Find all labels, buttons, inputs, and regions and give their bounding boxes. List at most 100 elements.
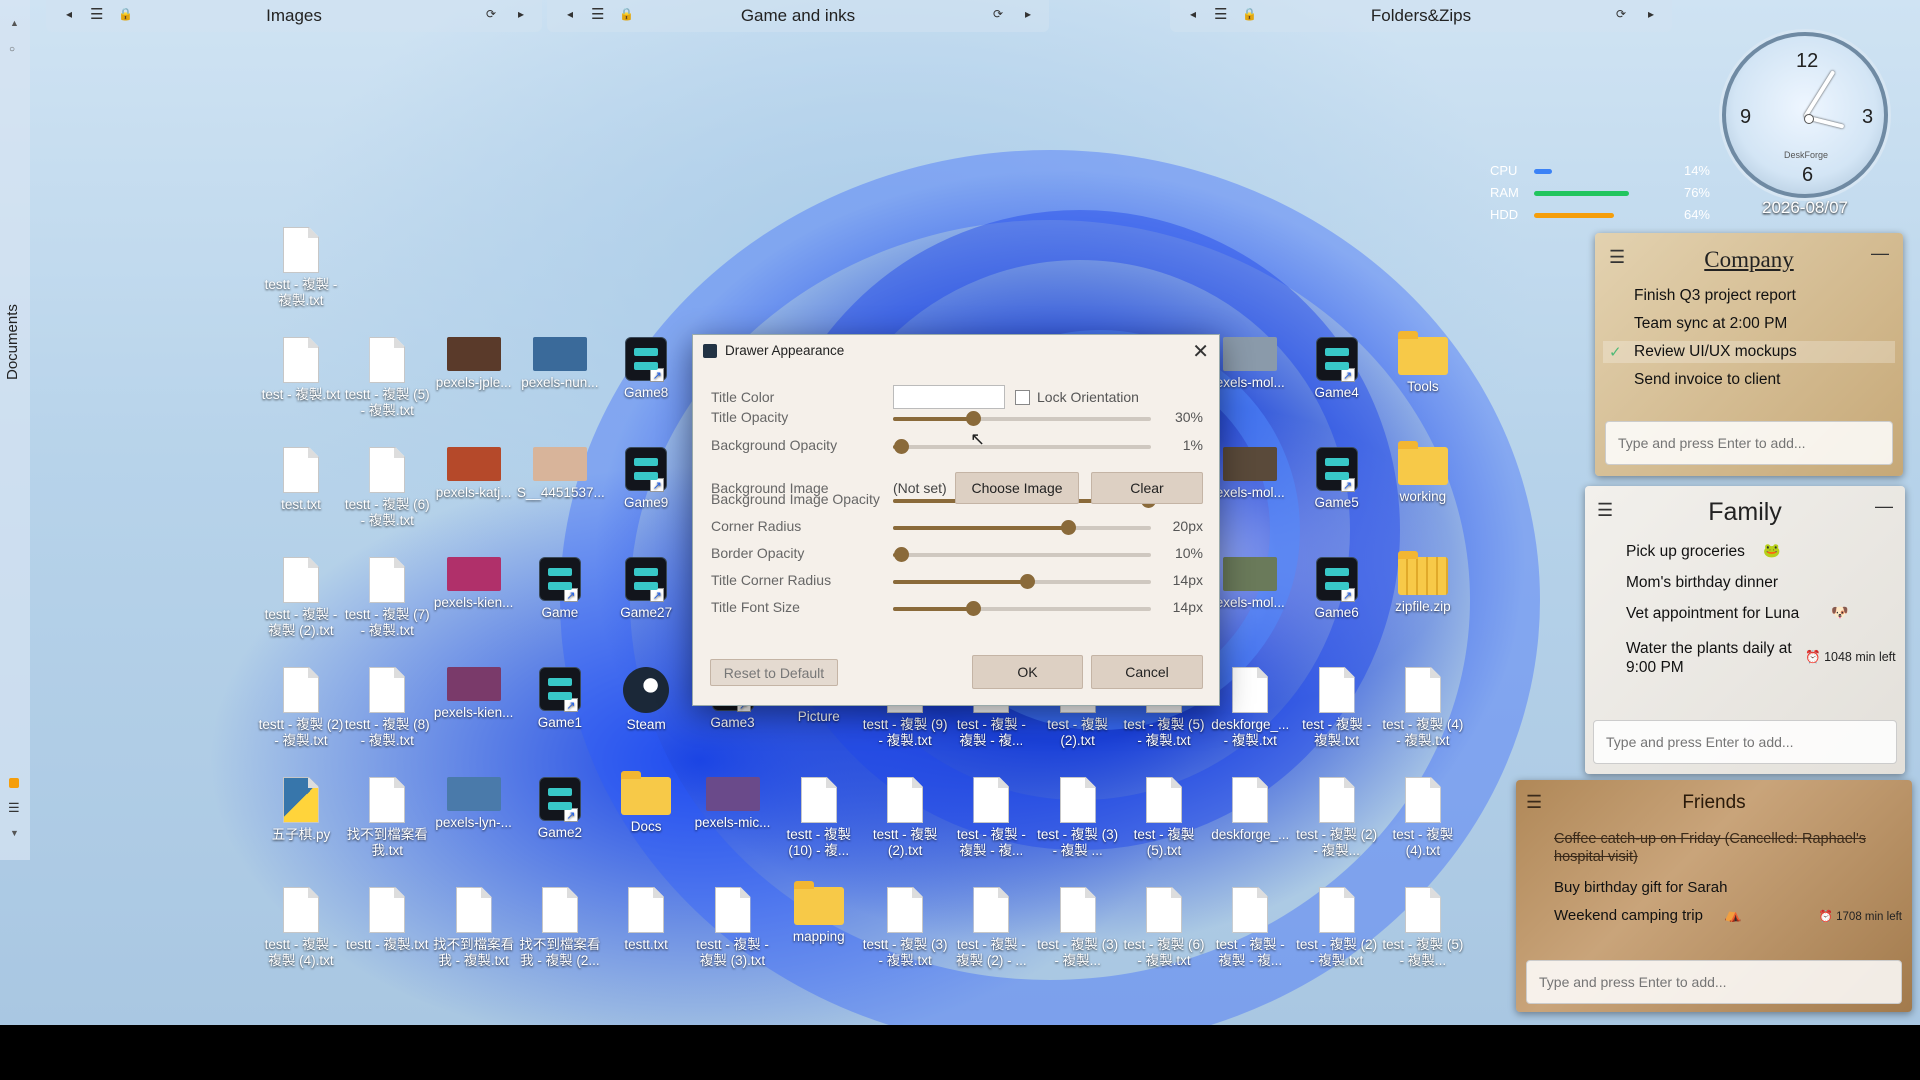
expand-icon[interactable]: ▸ bbox=[518, 7, 524, 21]
desktop-icon[interactable]: S__4451537... bbox=[517, 447, 605, 501]
close-icon[interactable]: ✕ bbox=[1192, 339, 1209, 364]
clear-button[interactable]: Clear bbox=[1091, 472, 1203, 504]
scroll-down-icon[interactable]: ▼ bbox=[10, 828, 19, 838]
desktop-icon[interactable]: deskforge_... - 複製.txt bbox=[1207, 667, 1293, 749]
desktop-icon[interactable]: test.txt bbox=[258, 447, 344, 513]
desktop-icon[interactable]: mapping bbox=[776, 881, 862, 945]
desktop-icon[interactable]: testt - 複製 (5) - 複製.txt bbox=[344, 337, 430, 419]
desktop-icon[interactable]: testt - 複製 - 複製 (3).txt bbox=[690, 887, 776, 969]
desktop-icon[interactable]: pexels-mic... bbox=[690, 777, 776, 831]
note-item[interactable]: Vet appointment for Luna bbox=[1626, 605, 1799, 623]
desktop-icon[interactable]: test - 複製 (4).txt bbox=[1380, 777, 1466, 859]
desktop-icon[interactable]: test - 複製 (3) - 複製... bbox=[1035, 887, 1121, 969]
note-item[interactable]: Buy birthday gift for Sarah bbox=[1554, 879, 1727, 896]
note-item[interactable]: Water the plants daily at 9:00 PM bbox=[1626, 639, 1801, 677]
desktop-icon[interactable]: 找不到檔案看我.txt bbox=[344, 777, 430, 859]
refresh-icon[interactable]: ⟳ bbox=[993, 7, 1003, 21]
slider-track[interactable] bbox=[893, 520, 1151, 535]
ok-button[interactable]: OK bbox=[972, 655, 1083, 689]
desktop-icon[interactable]: Docs bbox=[603, 771, 689, 835]
slider-thumb[interactable] bbox=[965, 601, 981, 616]
desktop-icon[interactable]: test - 複製 (3) - 複製 ... bbox=[1035, 777, 1121, 859]
slider-thumb[interactable] bbox=[965, 411, 981, 426]
desktop-icon[interactable]: ↗ Game bbox=[517, 557, 603, 621]
desktop-icon[interactable]: testt - 複製 (6) - 複製.txt bbox=[344, 447, 430, 529]
slider-track[interactable] bbox=[893, 439, 1151, 454]
fence-images-header[interactable]: ◂ ☰ 🔒 Images ⟳ ▸ bbox=[46, 0, 542, 32]
desktop-icon[interactable]: 五子棋.py bbox=[258, 777, 344, 843]
desktop-icon[interactable]: test - 複製 (6) - 複製.txt bbox=[1121, 887, 1207, 969]
note-item[interactable]: Review UI/UX mockups bbox=[1634, 343, 1797, 361]
desktop-icon[interactable]: deskforge_... bbox=[1207, 777, 1293, 843]
expand-icon[interactable]: ▸ bbox=[1025, 7, 1031, 21]
desktop-icon[interactable]: 找不到檔案看我 - 複製.txt bbox=[431, 887, 517, 969]
company-add-input[interactable] bbox=[1605, 421, 1893, 465]
desktop-icon[interactable]: test - 複製 (2) - 複製... bbox=[1294, 777, 1380, 859]
desktop-icon[interactable]: exels-mol... bbox=[1207, 557, 1293, 611]
note-item[interactable]: Finish Q3 project report bbox=[1634, 287, 1796, 305]
note-item[interactable]: Weekend camping trip bbox=[1554, 907, 1703, 924]
choose-image-button[interactable]: Choose Image bbox=[955, 472, 1079, 504]
desktop-icon[interactable]: pexels-jple... bbox=[431, 337, 517, 391]
desktop-icon[interactable]: test - 複製.txt bbox=[258, 337, 344, 403]
refresh-icon[interactable]: ⟳ bbox=[486, 7, 496, 21]
desktop-icon[interactable]: exels-mol... bbox=[1207, 337, 1293, 391]
reset-to-default-button[interactable]: Reset to Default bbox=[710, 659, 838, 686]
family-add-input[interactable] bbox=[1593, 720, 1897, 764]
friends-add-input[interactable] bbox=[1526, 960, 1902, 1004]
refresh-icon[interactable]: ○ bbox=[9, 44, 15, 55]
desktop-icon[interactable]: test - 複製 (4) - 複製.txt bbox=[1380, 667, 1466, 749]
title-color-swatch[interactable] bbox=[893, 385, 1005, 409]
desktop-icon[interactable]: 找不到檔案看我 - 複製 (2... bbox=[517, 887, 603, 969]
slider-thumb[interactable] bbox=[1020, 574, 1036, 589]
fence-games-header[interactable]: ◂ ☰ 🔒 Game and inks ⟳ ▸ bbox=[547, 0, 1049, 32]
desktop-icon[interactable]: ↗ Game8 bbox=[603, 337, 689, 401]
scroll-up-icon[interactable]: ▲ bbox=[10, 18, 19, 28]
note-item[interactable]: Coffee catch-up on Friday (Cancelled: Ra… bbox=[1554, 830, 1904, 866]
slider-thumb[interactable] bbox=[893, 547, 909, 562]
lock-orientation-checkbox[interactable] bbox=[1015, 390, 1030, 405]
desktop-icon[interactable]: test - 複製 (2) - 複製.txt bbox=[1294, 887, 1380, 969]
desktop-icon[interactable]: ↗ Game4 bbox=[1294, 337, 1380, 401]
slider-thumb[interactable] bbox=[1061, 520, 1077, 535]
desktop-icon[interactable]: test - 複製 - 複製 - 複... bbox=[1207, 887, 1293, 969]
desktop-icon[interactable]: testt - 複製 (2).txt bbox=[862, 777, 948, 859]
desktop-icon[interactable]: ↗ Game1 bbox=[517, 667, 603, 731]
desktop-icon[interactable]: test - 複製 - 複製.txt bbox=[1294, 667, 1380, 749]
note-item[interactable]: Pick up groceries bbox=[1626, 543, 1745, 561]
refresh-icon[interactable]: ⟳ bbox=[1616, 7, 1626, 21]
note-item[interactable]: Mom's birthday dinner bbox=[1626, 574, 1778, 592]
fence-folders-header[interactable]: ◂ ☰ 🔒 Folders&Zips ⟳ ▸ bbox=[1170, 0, 1672, 32]
desktop-icon[interactable]: pexels-lyn-... bbox=[431, 777, 517, 831]
desktop-icon[interactable]: testt - 複製 (10) - 複... bbox=[776, 777, 862, 859]
desktop-icon[interactable]: testt - 複製 (2) - 複製.txt bbox=[258, 667, 344, 749]
desktop-icon[interactable]: ↗ Game5 bbox=[1294, 447, 1380, 511]
slider-track[interactable] bbox=[893, 574, 1151, 589]
expand-icon[interactable]: ▸ bbox=[1648, 7, 1654, 21]
desktop-icon[interactable]: Steam bbox=[603, 667, 689, 733]
desktop-icon[interactable]: testt - 複製 - 複製 (4).txt bbox=[258, 887, 344, 969]
desktop-icon[interactable]: testt - 複製 (3) - 複製.txt bbox=[862, 887, 948, 969]
note-item[interactable]: Team sync at 2:00 PM bbox=[1634, 315, 1787, 333]
desktop-icon[interactable]: exels-mol... bbox=[1207, 447, 1293, 501]
lock-icon[interactable] bbox=[9, 778, 19, 788]
menu-icon[interactable]: ☰ bbox=[8, 800, 20, 816]
desktop-icon[interactable]: testt - 複製 - 複製 (2).txt bbox=[258, 557, 344, 639]
desktop-icon[interactable]: test - 複製 (5) - 複製... bbox=[1380, 887, 1466, 969]
slider-track[interactable] bbox=[893, 601, 1151, 616]
desktop-icon[interactable]: pexels-katj... bbox=[431, 447, 517, 501]
desktop-icon[interactable]: ↗ Game2 bbox=[517, 777, 603, 841]
desktop-icon[interactable]: Tools bbox=[1380, 331, 1466, 395]
slider-thumb[interactable] bbox=[893, 439, 909, 454]
documents-sidebar[interactable]: ▲ ○ Documents ☰ ▼ bbox=[0, 0, 30, 860]
desktop-icon[interactable]: testt.txt bbox=[603, 887, 689, 953]
minimize-icon[interactable]: — bbox=[1875, 496, 1893, 517]
desktop-icon[interactable]: testt - 複製 (8) - 複製.txt bbox=[344, 667, 430, 749]
slider-track[interactable] bbox=[893, 411, 1151, 426]
cancel-button[interactable]: Cancel bbox=[1091, 655, 1203, 689]
desktop-icon[interactable]: testt - 複製.txt bbox=[344, 887, 430, 953]
desktop-icon[interactable]: ↗ Game9 bbox=[603, 447, 689, 511]
desktop-icon[interactable]: ↗ Game27 bbox=[603, 557, 689, 621]
note-item[interactable]: Send invoice to client bbox=[1634, 371, 1780, 389]
desktop-icon[interactable]: test - 複製 (5).txt bbox=[1121, 777, 1207, 859]
